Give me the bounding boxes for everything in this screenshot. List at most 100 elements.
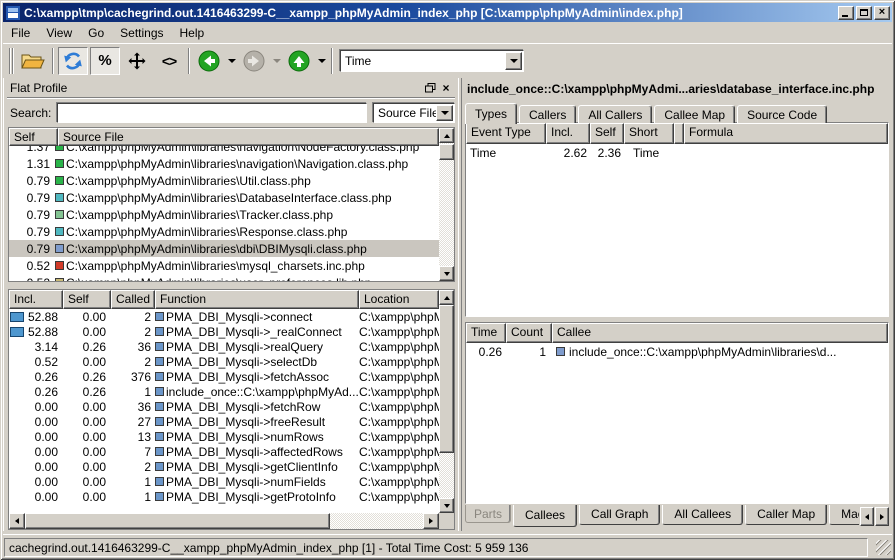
close-dock-button[interactable]: ×: [439, 82, 453, 95]
source-file-row[interactable]: 1.37 C:\xampp\phpMyAdmin\libraries\navig…: [9, 146, 439, 155]
toolbar-handle[interactable]: [12, 48, 14, 74]
function-row[interactable]: 0.00 0.00 1 PMA_DBI_Mysqli->numFields C:…: [9, 474, 439, 489]
scrollbar-thumb[interactable]: [439, 144, 454, 160]
minimize-button[interactable]: [838, 6, 854, 20]
column-header-event-type[interactable]: Event Type: [466, 123, 546, 144]
float-dock-button[interactable]: [423, 82, 437, 95]
tab-all-callees[interactable]: All Callees: [662, 505, 743, 525]
function-row[interactable]: 0.00 0.00 1 PMA_DBI_Mysqli->getProtoInfo…: [9, 489, 439, 504]
back-dropdown-button[interactable]: [225, 47, 238, 75]
function-row[interactable]: 0.00 0.00 36 PMA_DBI_Mysqli->fetchRow C:…: [9, 399, 439, 414]
tab-callers[interactable]: Callers: [519, 105, 576, 123]
relative-percent-button[interactable]: %: [90, 47, 120, 75]
function-row[interactable]: 52.88 0.00 2 PMA_DBI_Mysqli->_realConnec…: [9, 324, 439, 339]
column-header-self[interactable]: Self: [590, 123, 624, 144]
column-header-count[interactable]: Count: [506, 323, 552, 343]
column-header-short[interactable]: Short: [624, 123, 674, 144]
source-file-row[interactable]: 0.52 C:\xampp\phpMyAdmin\libraries\mysql…: [9, 257, 439, 274]
tab-callees[interactable]: Callees: [513, 505, 577, 527]
tab-caller-map[interactable]: Caller Map: [745, 505, 827, 525]
maximize-button[interactable]: [856, 6, 872, 20]
scroll-down-button[interactable]: [439, 498, 454, 513]
horizontal-scrollbar[interactable]: [9, 513, 439, 529]
file-path: C:\xampp\phpMyAdmin\libraries\navigation…: [66, 146, 419, 154]
up-button[interactable]: [284, 47, 314, 75]
reload-button[interactable]: [58, 47, 88, 75]
column-header-incl[interactable]: Incl.: [546, 123, 590, 144]
group-mode-dropdown-button[interactable]: [436, 105, 453, 121]
source-file-row[interactable]: 1.31 C:\xampp\phpMyAdmin\libraries\navig…: [9, 155, 439, 172]
column-header-called[interactable]: Called: [111, 290, 155, 309]
menu-view[interactable]: View: [38, 24, 80, 42]
callee-row[interactable]: 0.26 1 include_once::C:\xampp\phpMyAdmin…: [466, 343, 888, 360]
tab-scroll-left-button[interactable]: [860, 507, 874, 526]
scroll-up-button[interactable]: [439, 290, 454, 305]
event-type-selector[interactable]: Time: [340, 50, 524, 72]
toolbar-handle[interactable]: [9, 48, 11, 74]
menu-help[interactable]: Help: [172, 24, 213, 42]
resize-grip[interactable]: [876, 540, 891, 555]
function-row[interactable]: 0.26 0.26 376 PMA_DBI_Mysqli->fetchAssoc…: [9, 369, 439, 384]
tab-callee-map[interactable]: Callee Map: [654, 105, 735, 123]
scroll-up-button[interactable]: [439, 128, 454, 143]
function-row[interactable]: 0.00 0.00 13 PMA_DBI_Mysqli->numRows C:\…: [9, 429, 439, 444]
function-row[interactable]: 3.14 0.26 36 PMA_DBI_Mysqli->realQuery C…: [9, 339, 439, 354]
up-dropdown-button[interactable]: [315, 47, 328, 75]
menu-settings[interactable]: Settings: [112, 24, 171, 42]
scroll-right-button[interactable]: [423, 513, 439, 529]
column-header-incl[interactable]: Incl.: [9, 290, 63, 309]
vertical-scrollbar[interactable]: [439, 290, 454, 513]
scroll-down-button[interactable]: [439, 266, 454, 281]
class-color-icon: [155, 402, 164, 411]
column-header-self[interactable]: Self: [63, 290, 111, 309]
forward-button[interactable]: [239, 47, 269, 75]
called-count: 1: [111, 490, 155, 504]
window-title: C:\xampp\tmp\cachegrind.out.1416463299-C…: [24, 6, 838, 20]
source-file-row-selected[interactable]: 0.79 C:\xampp\phpMyAdmin\libraries\dbi\D…: [9, 240, 439, 257]
source-file-row[interactable]: 0.52 C:\xampp\phpMyAdmin\libraries\user_…: [9, 274, 439, 281]
event-type-dropdown-button[interactable]: [505, 52, 522, 70]
incl-cell: 52.88: [9, 310, 63, 324]
source-file-row[interactable]: 0.79 C:\xampp\phpMyAdmin\libraries\Track…: [9, 206, 439, 223]
tab-all-callers[interactable]: All Callers: [578, 105, 652, 123]
menu-go[interactable]: Go: [80, 24, 112, 42]
forward-dropdown-button[interactable]: [270, 47, 283, 75]
tab-machine[interactable]: Machine: [829, 505, 859, 525]
column-header-self[interactable]: Self: [9, 128, 58, 146]
column-header-callee[interactable]: Callee: [552, 323, 888, 343]
expand-move-button[interactable]: [122, 47, 152, 75]
dock-title-bar[interactable]: Flat Profile ×: [7, 79, 455, 98]
function-row[interactable]: 0.00 0.00 27 PMA_DBI_Mysqli->freeResult …: [9, 414, 439, 429]
column-header-source-file[interactable]: Source File: [58, 128, 439, 146]
column-header-time[interactable]: Time: [466, 323, 506, 343]
cycle-detection-button[interactable]: <>: [154, 47, 184, 75]
function-row[interactable]: 0.00 0.00 2 PMA_DBI_Mysqli->getClientInf…: [9, 459, 439, 474]
tab-scroll-right-button[interactable]: [875, 507, 889, 526]
tab-call-graph[interactable]: Call Graph: [579, 505, 660, 525]
callees-view: Time Count Callee 0.26 1 include_once::C…: [465, 322, 889, 504]
title-bar[interactable]: C:\xampp\tmp\cachegrind.out.1416463299-C…: [3, 3, 892, 22]
function-row[interactable]: 0.52 0.00 2 PMA_DBI_Mysqli->selectDb C:\…: [9, 354, 439, 369]
scrollbar-thumb[interactable]: [439, 305, 454, 453]
source-file-row[interactable]: 0.79 C:\xampp\phpMyAdmin\libraries\Util.…: [9, 172, 439, 189]
column-header-formula[interactable]: Formula: [684, 123, 888, 144]
search-input[interactable]: [57, 103, 367, 123]
source-file-row[interactable]: 0.79 C:\xampp\phpMyAdmin\libraries\Respo…: [9, 223, 439, 240]
scrollbar-thumb[interactable]: [25, 513, 330, 529]
open-file-button[interactable]: [18, 47, 48, 75]
back-button[interactable]: [194, 47, 224, 75]
column-header-location[interactable]: Location: [359, 290, 439, 309]
function-row[interactable]: 0.26 0.26 1 include_once::C:\xampp\phpMy…: [9, 384, 439, 399]
tab-source-code[interactable]: Source Code: [737, 105, 827, 123]
tab-types[interactable]: Types: [465, 103, 517, 124]
function-row[interactable]: 0.00 0.00 7 PMA_DBI_Mysqli->affectedRows…: [9, 444, 439, 459]
column-header-function[interactable]: Function: [155, 290, 359, 309]
scroll-left-button[interactable]: [9, 513, 25, 529]
group-mode-selector[interactable]: Source File: [373, 103, 455, 123]
function-row[interactable]: 52.88 0.00 2 PMA_DBI_Mysqli->connect C:\…: [9, 309, 439, 324]
event-type-row[interactable]: Time 2.62 2.36 Time: [466, 144, 888, 161]
vertical-scrollbar[interactable]: [439, 128, 454, 281]
close-button[interactable]: ×: [874, 6, 890, 20]
source-file-row[interactable]: 0.79 C:\xampp\phpMyAdmin\libraries\Datab…: [9, 189, 439, 206]
menu-file[interactable]: File: [3, 24, 38, 42]
